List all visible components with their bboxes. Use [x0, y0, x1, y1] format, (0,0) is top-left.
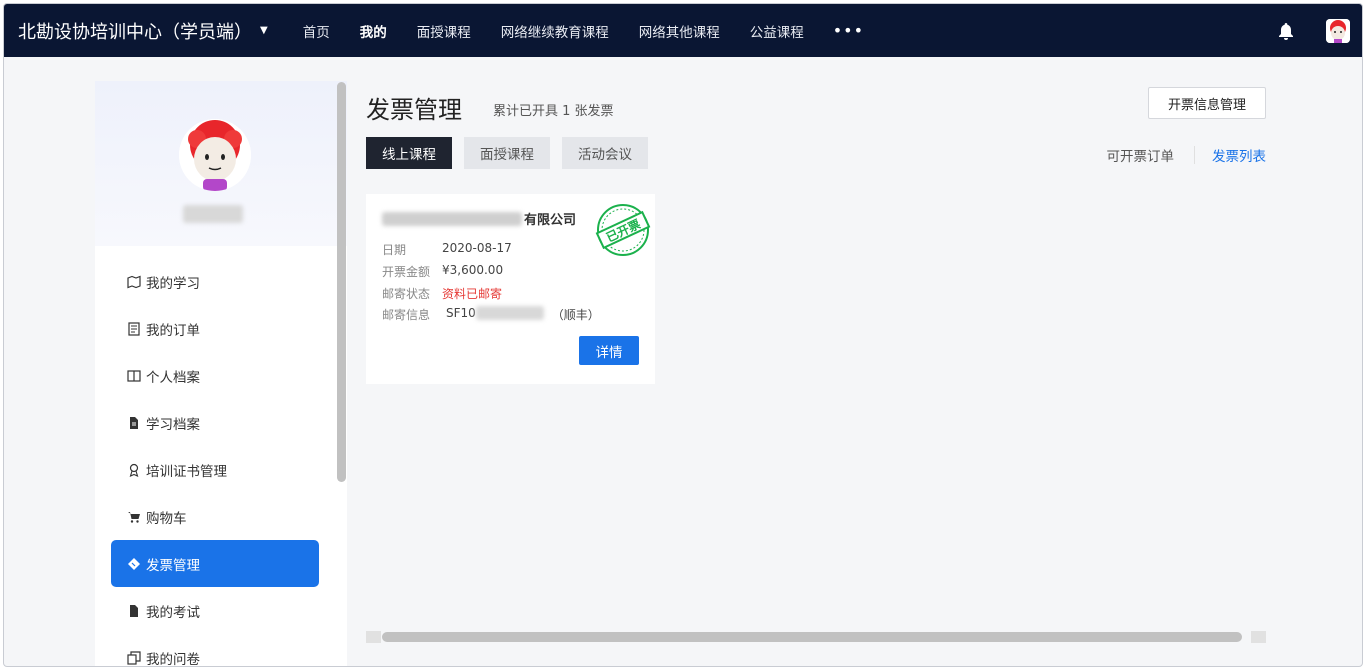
brand-switcher[interactable]: 北勘设协培训中心（学员端） ▼ [18, 18, 268, 44]
sidebar-menu: 我的学习 我的订单 个人档案 学习档案 培训证书管理 购物车 发票管理 我的考试… [111, 258, 319, 667]
row-amount: 开票金额 ¥3,600.00 [382, 263, 503, 280]
sidebar-item-label: 学习档案 [146, 416, 200, 433]
bell-icon[interactable] [1276, 21, 1296, 41]
nav-continuing-education[interactable]: 网络继续教育课程 [501, 21, 609, 41]
sidebar-item-label: 我的问卷 [146, 651, 200, 667]
horizontal-scrollbar[interactable] [366, 631, 1266, 643]
amount-label: 开票金额 [382, 265, 431, 279]
mail-status-label: 邮寄状态 [382, 287, 431, 301]
username-blurred [183, 205, 243, 223]
nav-home[interactable]: 首页 [303, 21, 330, 41]
more-icon[interactable]: ••• [833, 21, 864, 40]
sidebar-item-cart[interactable]: 购物车 [111, 493, 319, 540]
amount-value: ¥3,600.00 [442, 263, 504, 277]
avatar-icon [1326, 18, 1350, 43]
date-value: 2020-08-17 [442, 241, 512, 255]
sidebar-item-label: 发票管理 [146, 557, 200, 574]
tab-online-courses[interactable]: 线上课程 [366, 137, 452, 169]
sidebar-item-profile[interactable]: 个人档案 [111, 352, 319, 399]
book-icon [127, 369, 141, 383]
caret-down-icon: ▼ [260, 25, 268, 36]
tab-events[interactable]: 活动会议 [562, 137, 648, 169]
sidebar-item-invoices[interactable]: 发票管理 [111, 540, 319, 587]
sidebar-item-label: 购物车 [146, 510, 187, 527]
nav-public-courses[interactable]: 公益课程 [750, 21, 804, 41]
sidebar-item-label: 我的订单 [146, 322, 200, 339]
profile-panel [95, 81, 347, 246]
tracking-prefix: SF10 [446, 306, 476, 320]
row-date: 日期 2020-08-17 [382, 241, 512, 258]
sidebar-item-label: 培训证书管理 [146, 463, 227, 480]
file-icon [127, 604, 141, 618]
sidebar-item-my-study[interactable]: 我的学习 [111, 258, 319, 305]
scroll-thumb[interactable] [382, 632, 1242, 642]
link-invoice-list[interactable]: 发票列表 [1212, 145, 1266, 165]
sidebar-item-certificates[interactable]: 培训证书管理 [111, 446, 319, 493]
main-content: 发票管理 累计已开具 1 张发票 开票信息管理 线上课程 面授课程 活动会议 可… [366, 81, 1266, 641]
issued-stamp-icon: 已开票 [595, 204, 651, 256]
tab-offline-courses[interactable]: 面授课程 [464, 137, 550, 169]
award-icon [127, 463, 141, 477]
tracking-number-blurred [475, 306, 544, 320]
nav-right [1276, 4, 1350, 57]
profile-avatar [179, 119, 251, 191]
main-nav: 首页 我的 面授课程 网络继续教育课程 网络其他课程 公益课程 ••• [288, 21, 864, 41]
sidebar-item-label: 个人档案 [146, 369, 200, 386]
detail-button[interactable]: 详情 [579, 336, 639, 365]
scroll-right-arrow[interactable] [1251, 631, 1266, 643]
carrier-name: （顺丰） [551, 308, 600, 322]
company-name: 有限公司 [382, 209, 576, 228]
copy-icon [127, 650, 141, 665]
invoice-info-button[interactable]: 开票信息管理 [1148, 87, 1266, 119]
ticket-icon [127, 557, 141, 571]
app-window: 北勘设协培训中心（学员端） ▼ 首页 我的 面授课程 网络继续教育课程 网络其他… [3, 3, 1363, 667]
mail-info-label: 邮寄信息 [382, 308, 431, 322]
sidebar-item-my-exams[interactable]: 我的考试 [111, 587, 319, 634]
link-invoiceable-orders[interactable]: 可开票订单 [1107, 145, 1175, 165]
row-mail-info: 邮寄信息 SF10 （顺丰） [382, 306, 600, 323]
sidebar-scrollbar[interactable] [337, 82, 346, 482]
brand-title: 北勘设协培训中心（学员端） [18, 21, 252, 43]
invoice-subnav: 可开票订单 发票列表 [1107, 145, 1266, 165]
course-tabs: 线上课程 面授课程 活动会议 [366, 137, 660, 169]
mail-status-value: 资料已邮寄 [442, 287, 503, 301]
nav-other-online-courses[interactable]: 网络其他课程 [639, 21, 720, 41]
sidebar: 我的学习 我的订单 个人档案 学习档案 培训证书管理 购物车 发票管理 我的考试… [95, 81, 347, 667]
date-label: 日期 [382, 243, 407, 257]
top-navbar: 北勘设协培训中心（学员端） ▼ 首页 我的 面授课程 网络继续教育课程 网络其他… [4, 4, 1362, 57]
user-avatar[interactable] [1326, 18, 1350, 43]
invoice-summary: 累计已开具 1 张发票 [493, 104, 614, 119]
cart-icon [127, 510, 141, 524]
file-icon [127, 416, 141, 430]
nav-offline-courses[interactable]: 面授课程 [417, 21, 471, 41]
nav-mine[interactable]: 我的 [360, 21, 387, 41]
sidebar-item-label: 我的考试 [146, 604, 200, 621]
page-title: 发票管理 [366, 96, 462, 124]
company-name-blurred [382, 211, 522, 226]
sidebar-item-label: 我的学习 [146, 275, 200, 292]
company-suffix: 有限公司 [524, 213, 577, 228]
avatar-icon [179, 119, 251, 191]
invoice-card: 有限公司 已开票 日期 2020-08-17 开票金额 ¥3,600.00 邮寄… [366, 194, 655, 384]
sidebar-item-my-orders[interactable]: 我的订单 [111, 305, 319, 352]
scroll-left-arrow[interactable] [366, 631, 381, 643]
row-mail-status: 邮寄状态 资料已邮寄 [382, 285, 502, 302]
order-icon [127, 321, 141, 336]
map-icon [127, 275, 141, 289]
sidebar-item-study-records[interactable]: 学习档案 [111, 399, 319, 446]
divider [1194, 146, 1195, 164]
sidebar-item-my-surveys[interactable]: 我的问卷 [111, 634, 319, 667]
